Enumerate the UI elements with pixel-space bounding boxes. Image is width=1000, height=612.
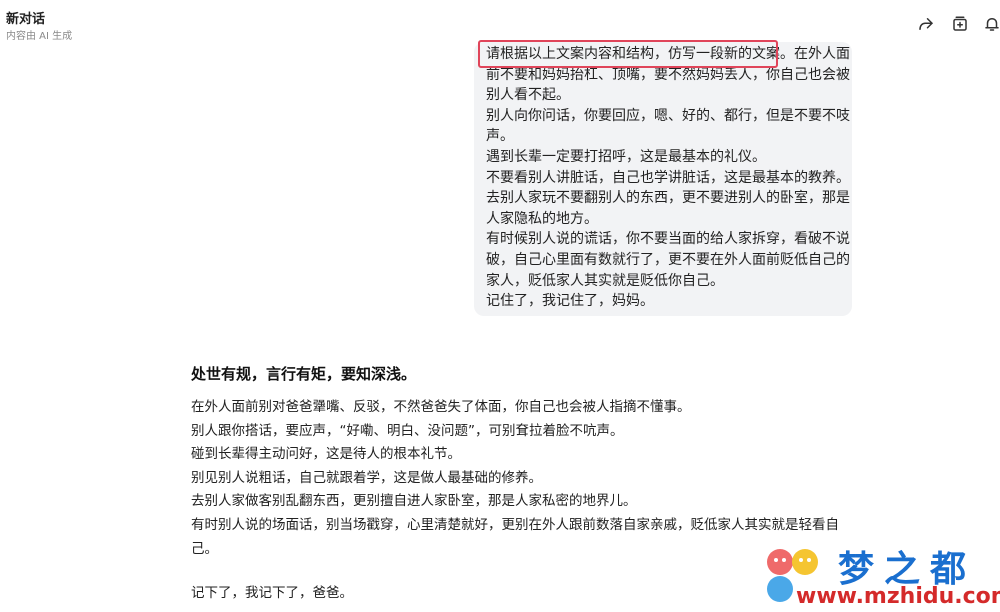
- user-message-line: 有时候别人说的谎话，你不要当面的给人家拆穿，看破不说: [486, 231, 850, 248]
- highlight-annotation: [478, 40, 778, 68]
- user-message-text: 请根据以上文案内容和结构，仿写一段新的文案。在外人面 前不要和妈妈抬杠、顶嘴，要…: [486, 44, 850, 312]
- top-bar: 新对话 内容由 AI 生成: [0, 0, 1000, 44]
- share-button[interactable]: [916, 14, 936, 34]
- user-message-line: 记住了，我记住了，妈妈。: [486, 293, 654, 310]
- answer-line: 在外人面前别对爸爸犟嘴、反驳，不然爸爸失了体面，你自己也会被人指摘不懂事。: [191, 399, 691, 415]
- notification-button[interactable]: [982, 14, 1000, 34]
- share-icon: [919, 18, 933, 30]
- user-message-line: 别人向你问话，你要回应，嗯、好的、都行，但是不要不吱: [486, 107, 850, 124]
- answer-body: 在外人面前别对爸爸犟嘴、反驳，不然爸爸失了体面，你自己也会被人指摘不懂事。 别人…: [191, 396, 851, 561]
- ai-generated-note: 内容由 AI 生成: [6, 31, 73, 42]
- conversation-title: 新对话: [6, 12, 46, 27]
- bell-icon: [985, 18, 999, 31]
- user-message-line: 去别人家玩不要翻别人的东西，更不要进别人的卧室，那是: [486, 190, 850, 207]
- answer-line: 别人跟你搭话，要应声，“好嘞、明白、没问题”，可别耷拉着脸不吭声。: [191, 422, 624, 439]
- new-chat-button[interactable]: [950, 14, 970, 34]
- user-message-line: 声。: [486, 128, 514, 145]
- answer-line: 别见别人说粗话，自己就跟着学，这是做人最基础的修养。: [191, 469, 542, 486]
- watermark: 梦之都 www.mzhidu.com: [760, 540, 1000, 612]
- user-message-line: 破，自己心里面有数就行了，更不要在外人面前贬低自己的: [486, 251, 850, 268]
- new-chat-icon: [953, 16, 967, 31]
- answer-line: 有时别人说的场面话，别当场戳穿，心里清楚就好，更别在外人跟前数落自家亲戚，贬低家…: [191, 516, 839, 533]
- user-message-line: 家人，贬低家人其实就是贬低你自己。: [486, 272, 724, 289]
- user-message-line: 别人看不起。: [486, 87, 570, 104]
- user-message-line: 不要看别人讲脏话，自己也学讲脏话，这是最基本的教养。: [486, 169, 850, 186]
- user-message-line: 遇到长辈一定要打招呼，这是最基本的礼仪。: [486, 148, 766, 165]
- user-message-line: 人家隐私的地方。: [486, 210, 598, 227]
- answer-heading: 处世有规，言行有矩，要知深浅。: [191, 365, 417, 383]
- watermark-url: www.mzhidu.com: [796, 584, 1000, 609]
- answer-closing-line: 记下了，我记下了，爸爸。: [191, 585, 353, 601]
- answer-line: 碰到长辈得主动问好，这是待人的根本礼节。: [191, 446, 461, 463]
- answer-line: 己。: [191, 540, 218, 557]
- answer-line: 去别人家做客别乱翻东西，更别擅自进人家卧室，那是人家私密的地界儿。: [191, 493, 637, 510]
